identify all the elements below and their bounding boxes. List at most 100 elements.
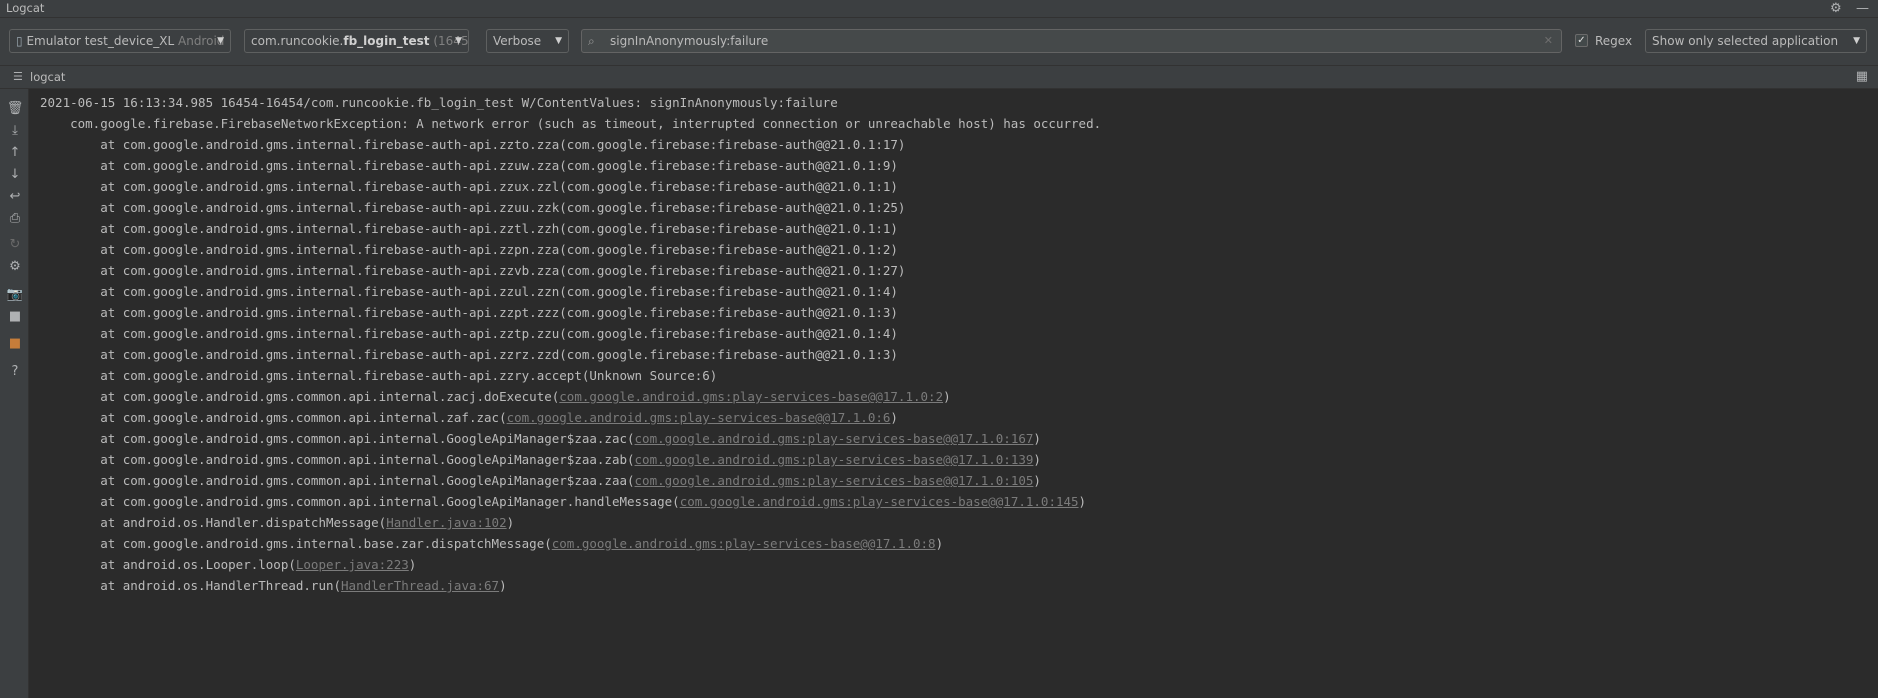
trash-icon: 🗑 [6, 101, 24, 116]
logcat-toolbar: ▯ Emulator test_device_XL Android ▼ com.… [0, 18, 1878, 66]
search-input[interactable] [610, 32, 1510, 50]
log-text-suffix: ) [943, 389, 951, 404]
log-text-suffix: ) [1033, 431, 1041, 446]
log-text-suffix: ) [1033, 452, 1041, 467]
log-line: at com.google.android.gms.internal.fireb… [40, 176, 1870, 197]
source-link[interactable]: com.google.android.gms:play-services-bas… [680, 494, 1079, 509]
log-line: at com.google.android.gms.internal.fireb… [40, 344, 1870, 365]
logcat-tool-sidebar: 🗑 ⤓ ↑ ↓ ↩ ⎙ ↻ ⚙ 📷 ■ ■? [0, 89, 29, 698]
log-text-suffix: ) [1078, 494, 1087, 509]
log-line: at android.os.Looper.loop(Looper.java:22… [40, 554, 1870, 575]
camera-icon: 📷 [6, 287, 24, 302]
clear-logcat-button[interactable]: 🗑 [5, 99, 25, 119]
source-link[interactable]: com.google.android.gms:play-services-bas… [635, 473, 1034, 488]
log-text: at com.google.android.gms.internal.fireb… [40, 368, 718, 383]
log-text: at com.google.android.gms.internal.fireb… [40, 347, 898, 362]
stop-icon: ■ [8, 336, 22, 351]
filter-dropdown[interactable]: Show only selected application ▼ [1645, 29, 1867, 53]
log-text-suffix: ) [506, 515, 515, 530]
log-text: at com.google.android.gms.internal.fireb… [40, 158, 898, 173]
log-text-suffix: ) [408, 557, 417, 572]
scroll-to-end-button[interactable]: ⤓ [5, 121, 25, 141]
source-link[interactable]: com.google.android.gms:play-services-bas… [635, 452, 1034, 467]
source-link[interactable]: HandlerThread.java:67 [341, 578, 499, 593]
log-text: at com.google.android.gms.internal.fireb… [40, 284, 898, 299]
layout-icon[interactable]: ▦ [1856, 66, 1868, 88]
log-line: at com.google.android.gms.internal.fireb… [40, 134, 1870, 155]
log-text: at com.google.android.gms.internal.fireb… [40, 305, 898, 320]
log-text: at com.google.android.gms.internal.fireb… [40, 263, 906, 278]
gear-icon: ⚙ [9, 259, 21, 274]
tab-logcat[interactable]: logcat [30, 66, 65, 88]
log-text: 2021-06-15 16:13:34.985 16454-16454/com.… [40, 95, 838, 110]
log-text: at com.google.android.gms.internal.fireb… [40, 221, 898, 236]
log-line: at com.google.android.gms.common.api.int… [40, 428, 1870, 449]
log-line: at com.google.android.gms.common.api.int… [40, 386, 1870, 407]
log-text: at com.google.android.gms.internal.base.… [40, 536, 552, 551]
screen-record-button[interactable]: ■ [5, 307, 25, 327]
chevron-down-icon: ▼ [1853, 36, 1860, 46]
log-line: at com.google.android.gms.internal.fireb… [40, 197, 1870, 218]
terminate-button[interactable]: ■ [5, 334, 25, 354]
settings-button[interactable]: ⚙ [5, 257, 25, 277]
soft-wrap-icon: ↩ [9, 189, 21, 204]
source-link[interactable]: com.google.android.gms:play-services-bas… [552, 536, 936, 551]
device-name: Emulator test_device_XL [26, 34, 175, 48]
log-line: com.google.firebase.FirebaseNetworkExcep… [40, 113, 1870, 134]
log-text: at com.google.android.gms.internal.fireb… [40, 326, 898, 341]
chevron-down-icon: ▼ [555, 36, 562, 46]
clear-search-icon[interactable]: ✕ [1544, 30, 1553, 52]
device-dropdown[interactable]: ▯ Emulator test_device_XL Android ▼ [9, 29, 231, 53]
logcat-output[interactable]: 2021-06-15 16:13:34.985 16454-16454/com.… [40, 92, 1870, 596]
log-line: at com.google.android.gms.internal.fireb… [40, 302, 1870, 323]
arrow-down-icon: ↓ [9, 167, 21, 182]
soft-wrap-button[interactable]: ↩ [5, 187, 25, 207]
tab-bar: ☰ logcat ▦ [0, 66, 1878, 89]
minimize-icon[interactable]: — [1856, 0, 1869, 17]
log-text: at com.google.android.gms.common.api.int… [40, 494, 680, 509]
device-icon: ▯ [16, 34, 23, 48]
process-pid: (1645 [433, 34, 469, 48]
next-occurrence-button[interactable]: ↓ [5, 165, 25, 185]
log-text: at com.google.android.gms.common.api.int… [40, 473, 635, 488]
search-icon[interactable]: ⌕ [588, 30, 595, 52]
source-link[interactable]: com.google.android.gms:play-services-bas… [507, 410, 891, 425]
log-text: at android.os.Looper.loop( [40, 557, 296, 572]
log-line: at com.google.android.gms.internal.base.… [40, 533, 1870, 554]
filter-value: Show only selected application [1652, 34, 1839, 48]
help-button[interactable]: ? [5, 362, 25, 382]
log-text: at android.os.HandlerThread.run( [40, 578, 342, 593]
log-level-dropdown[interactable]: Verbose ▼ [486, 29, 569, 53]
source-link[interactable]: Looper.java:223 [296, 557, 409, 572]
gear-icon[interactable]: ⚙ [1830, 0, 1842, 17]
log-text-suffix: ) [935, 536, 944, 551]
window-title: Logcat [6, 1, 45, 15]
process-prefix: com.runcookie. [251, 34, 344, 48]
log-line: 2021-06-15 16:13:34.985 16454-16454/com.… [40, 92, 1870, 113]
regex-checkbox[interactable]: ✓ [1575, 34, 1588, 47]
log-text: at com.google.android.gms.common.api.int… [40, 431, 635, 446]
log-text: at com.google.android.gms.internal.fireb… [40, 179, 898, 194]
restart-button[interactable]: ↻ [5, 235, 25, 255]
print-icon: ⎙ [9, 211, 21, 226]
print-button[interactable]: ⎙ [5, 209, 25, 229]
log-line: at com.google.android.gms.common.api.int… [40, 449, 1870, 470]
log-text: at com.google.android.gms.internal.fireb… [40, 242, 898, 257]
scroll-to-end-icon: ⤓ [12, 123, 18, 138]
chevron-down-icon: ▼ [455, 36, 462, 46]
regex-label: Regex [1595, 34, 1633, 48]
process-name: fb_login_test [343, 34, 430, 48]
log-line: at com.google.android.gms.internal.fireb… [40, 155, 1870, 176]
source-link[interactable]: com.google.android.gms:play-services-bas… [635, 431, 1034, 446]
log-line: at com.google.android.gms.internal.fireb… [40, 323, 1870, 344]
screen-capture-button[interactable]: 📷 [5, 285, 25, 305]
process-dropdown[interactable]: com.runcookie.fb_login_test (1645 ▼ [244, 29, 469, 53]
log-line: at com.google.android.gms.internal.fireb… [40, 218, 1870, 239]
log-text-suffix: ) [499, 578, 507, 593]
title-bar: Logcat ⚙ — [0, 0, 1878, 18]
source-link[interactable]: com.google.android.gms:play-services-bas… [559, 389, 943, 404]
previous-occurrence-button[interactable]: ↑ [5, 143, 25, 163]
logcat-tab-icon: ☰ [13, 70, 23, 83]
log-text: at com.google.android.gms.common.api.int… [40, 389, 560, 404]
source-link[interactable]: Handler.java:102 [386, 515, 506, 530]
